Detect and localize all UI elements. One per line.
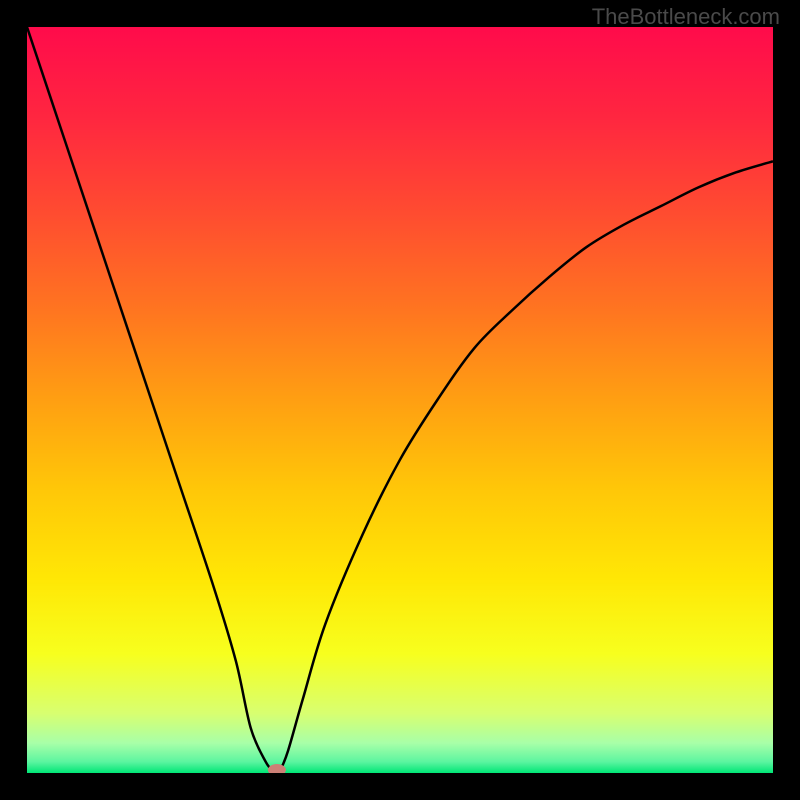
chart-svg bbox=[27, 27, 773, 773]
chart-plot-area bbox=[27, 27, 773, 773]
watermark-text: TheBottleneck.com bbox=[592, 4, 780, 30]
gradient-background bbox=[27, 27, 773, 773]
